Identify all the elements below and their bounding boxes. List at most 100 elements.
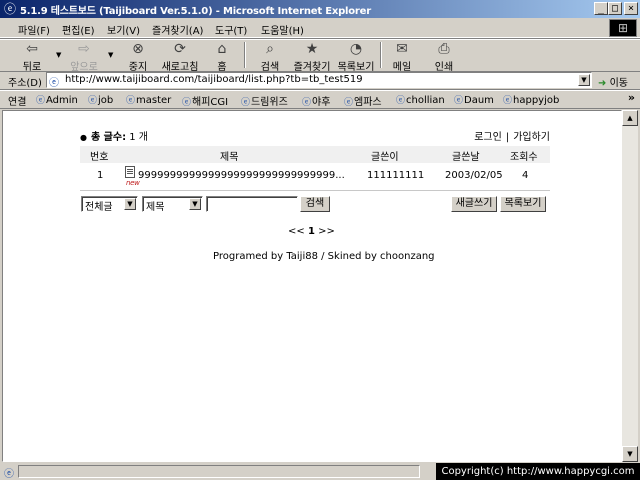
page-icon: ⓔ bbox=[126, 96, 136, 106]
maximize-button[interactable]: □ bbox=[608, 2, 622, 15]
close-button[interactable]: × bbox=[624, 2, 638, 15]
document-icon bbox=[125, 166, 135, 178]
minimize-button[interactable]: _ bbox=[594, 2, 608, 15]
favorites-button[interactable]: ★ 즐겨찾기 bbox=[290, 41, 334, 73]
link-daum[interactable]: ⓔDaum bbox=[454, 93, 494, 106]
row-author[interactable]: 111111111 bbox=[367, 170, 424, 181]
print-icon: ⎙ bbox=[438, 41, 450, 57]
row-no: 1 bbox=[97, 170, 104, 181]
link-label: master bbox=[136, 95, 172, 106]
back-arrow-icon: ⇦ bbox=[26, 41, 38, 57]
search-submit-button[interactable]: 검색 bbox=[300, 196, 330, 212]
col-title: 제목 bbox=[220, 152, 239, 163]
page-icon: ⓔ bbox=[88, 96, 98, 106]
post-count: ● 총 글수: 1 개 bbox=[80, 128, 148, 143]
toolbar-separator bbox=[244, 42, 246, 68]
menu-bar: 파일(F) 편집(E) 보기(V) 즐겨찾기(A) 도구(T) 도움말(H) bbox=[0, 19, 640, 38]
links-more-chevron-icon[interactable]: » bbox=[628, 91, 635, 104]
link-label: 엠파스 bbox=[354, 97, 382, 108]
page-icon: ⓔ bbox=[36, 96, 46, 106]
link-label: 해피CGI bbox=[192, 97, 229, 108]
link-admin[interactable]: ⓔAdmin bbox=[36, 93, 78, 106]
menu-view[interactable]: 보기(V) bbox=[107, 22, 140, 37]
status-bar: ⓔ Copyright(c) http://www.happycgi.com bbox=[0, 463, 640, 480]
scroll-down-icon[interactable]: ▼ bbox=[622, 446, 638, 462]
write-post-button[interactable]: 새글쓰기 bbox=[451, 196, 497, 212]
page-icon: ⓔ bbox=[396, 96, 406, 106]
back-dropdown-arrow[interactable]: ▼ bbox=[56, 51, 61, 59]
credits-text: Programed by Taiji88 / Skined by choonza… bbox=[213, 251, 435, 262]
scroll-up-icon[interactable]: ▲ bbox=[622, 110, 638, 126]
list-button[interactable]: 목록보기 bbox=[500, 196, 546, 212]
bullet-icon: ● bbox=[80, 133, 87, 142]
page-icon: ⓔ bbox=[503, 96, 513, 106]
table-header: 번호 제목 글쓴이 글쓴날 조회수 bbox=[80, 146, 550, 163]
link-label: job bbox=[98, 95, 114, 106]
link-label: chollian bbox=[406, 95, 445, 106]
windows-logo: ⊞ bbox=[609, 19, 637, 37]
row-date: 2003/02/05 bbox=[445, 170, 503, 181]
pager-next[interactable]: >> bbox=[318, 226, 335, 237]
auth-links: 로그인 | 가입하기 bbox=[474, 128, 550, 143]
forward-dropdown-arrow[interactable]: ▼ bbox=[108, 51, 113, 59]
menu-file[interactable]: 파일(F) bbox=[18, 22, 50, 37]
page-status-icon: ⓔ bbox=[4, 469, 14, 480]
refresh-button[interactable]: ⟳ 새로고침 bbox=[158, 41, 202, 73]
address-input[interactable]: ⓔ http://www.taijiboard.com/taijiboard/l… bbox=[46, 72, 592, 89]
address-url[interactable]: http://www.taijiboard.com/taijiboard/lis… bbox=[65, 74, 363, 85]
search-scope-select[interactable]: 전체글 ▼ bbox=[81, 196, 138, 213]
page-icon: ⓔ bbox=[182, 98, 192, 108]
board-header: ● 총 글수: 1 개 로그인 | 가입하기 bbox=[80, 128, 550, 143]
link-happycgi[interactable]: ⓔ해피CGI bbox=[182, 93, 228, 108]
home-button[interactable]: ⌂ 홈 bbox=[200, 41, 244, 73]
join-link[interactable]: 가입하기 bbox=[513, 132, 550, 143]
chevron-down-icon[interactable]: ▼ bbox=[124, 198, 136, 210]
post-count-label: 총 글수: bbox=[90, 132, 127, 143]
link-yahoo[interactable]: ⓔ야후 bbox=[302, 93, 330, 108]
row-views: 4 bbox=[522, 170, 529, 181]
forward-button[interactable]: ⇨ 앞으로 bbox=[62, 41, 106, 73]
links-bar: 연결 ⓔAdmin ⓔjob ⓔmaster ⓔ해피CGI ⓔ드림위즈 ⓔ야후 … bbox=[0, 90, 640, 109]
refresh-icon: ⟳ bbox=[174, 41, 186, 57]
go-button[interactable]: ➜ 이동 bbox=[598, 74, 628, 89]
home-icon: ⌂ bbox=[217, 41, 227, 57]
mail-button[interactable]: ✉ 메일 bbox=[380, 41, 424, 73]
menu-favorites[interactable]: 즐겨찾기(A) bbox=[152, 22, 203, 37]
link-master[interactable]: ⓔmaster bbox=[126, 93, 171, 106]
stop-button[interactable]: ⊗ 중지 bbox=[116, 41, 160, 73]
title-bar[interactable]: ⓔ 5.1.9 테스트보드 (Taijiboard Ver.5.1.0) - M… bbox=[0, 0, 640, 18]
pager-current[interactable]: 1 bbox=[308, 226, 315, 237]
address-label: 주소(D) bbox=[8, 78, 42, 89]
page-icon: ⓔ bbox=[241, 98, 251, 108]
link-empas[interactable]: ⓔ엠파스 bbox=[344, 93, 382, 108]
row-divider bbox=[80, 190, 550, 191]
menu-edit[interactable]: 편집(E) bbox=[62, 22, 95, 37]
copyright-banner: Copyright(c) http://www.happycgi.com bbox=[436, 463, 640, 480]
print-button[interactable]: ⎙ 인쇄 bbox=[422, 41, 466, 73]
mail-icon: ✉ bbox=[396, 41, 408, 57]
search-field-select[interactable]: 제목 ▼ bbox=[142, 196, 203, 213]
page-icon: ⓔ bbox=[344, 98, 354, 108]
table-row[interactable]: 1 new 9999999999999999999999999999999...… bbox=[80, 166, 550, 188]
link-happyjob[interactable]: ⓔhappyjob bbox=[503, 93, 559, 106]
chevron-down-icon[interactable]: ▼ bbox=[189, 198, 201, 210]
menu-help[interactable]: 도움말(H) bbox=[261, 22, 304, 37]
back-button[interactable]: ⇦ 뒤로 bbox=[10, 41, 54, 73]
link-job[interactable]: ⓔjob bbox=[88, 93, 113, 106]
login-link[interactable]: 로그인 bbox=[474, 132, 502, 143]
address-dropdown-icon[interactable]: ▼ bbox=[578, 74, 590, 86]
menu-tools[interactable]: 도구(T) bbox=[215, 22, 247, 37]
search-button[interactable]: ⌕ 검색 bbox=[248, 41, 292, 73]
vertical-scrollbar[interactable]: ▲ ▼ bbox=[622, 110, 638, 462]
pager-prev[interactable]: << bbox=[288, 226, 305, 237]
favorites-icon: ★ bbox=[305, 41, 319, 57]
search-input[interactable] bbox=[206, 196, 298, 212]
page-icon: ⓔ bbox=[302, 98, 312, 108]
address-bar: 주소(D) ⓔ http://www.taijiboard.com/taijib… bbox=[0, 71, 640, 90]
link-label: Daum bbox=[464, 95, 494, 106]
link-dreamwiz[interactable]: ⓔ드림위즈 bbox=[241, 93, 288, 108]
row-title-link[interactable]: 9999999999999999999999999999999... bbox=[138, 170, 345, 181]
page-icon: ⓔ bbox=[49, 78, 59, 89]
history-button[interactable]: ◔ 목록보기 bbox=[334, 41, 378, 73]
link-chollian[interactable]: ⓔchollian bbox=[396, 93, 445, 106]
